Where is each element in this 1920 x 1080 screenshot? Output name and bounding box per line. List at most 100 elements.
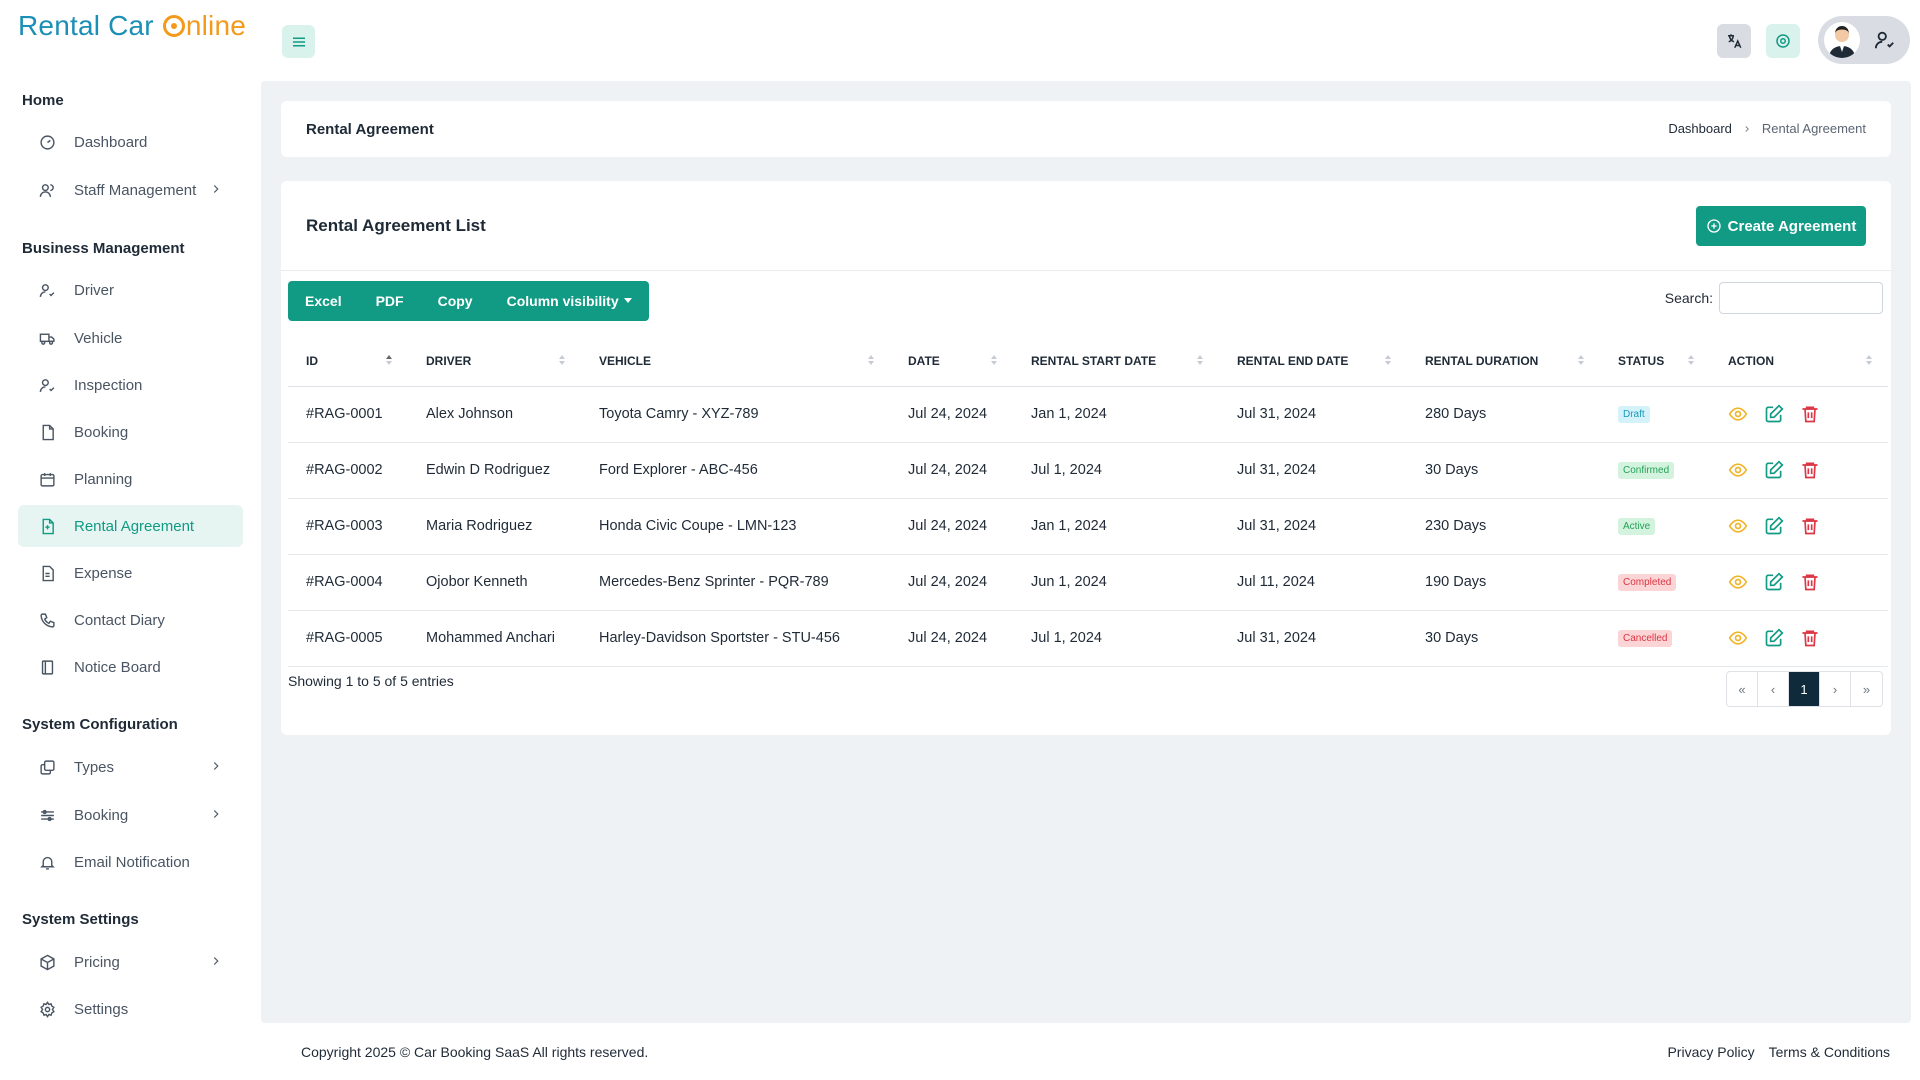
avatar [1824,22,1860,58]
sort-icon [1866,355,1872,365]
edit-icon[interactable] [1764,572,1784,592]
prev-page-button[interactable]: ‹ [1758,672,1789,706]
sidebar-item-booking-config[interactable]: Booking [18,794,243,836]
sidebar-item-settings[interactable]: Settings [18,988,243,1030]
privacy-policy-link[interactable]: Privacy Policy [1667,1044,1754,1060]
status-badge: Cancelled [1618,630,1673,647]
edit-icon[interactable] [1764,628,1784,648]
column-label: RENTAL DURATION [1425,353,1539,368]
cell-vehicle: Mercedes-Benz Sprinter - PQR-789 [581,554,890,611]
create-agreement-button[interactable]: Create Agreement [1696,206,1866,246]
sidebar-item-label: Rental Agreement [74,517,195,535]
cell-id: #RAG-0002 [288,442,408,499]
sidebar-item-label: Dashboard [74,133,148,151]
eye-icon[interactable] [1728,572,1748,592]
sidebar: Rental Car nline Home Dashboard Staff Ma… [0,0,261,1080]
cell-driver: Mohammed Anchari [408,610,581,667]
sort-icon [386,355,392,365]
sidebar-item-notice-board[interactable]: Notice Board [18,646,243,688]
sidebar-item-rental-agreement[interactable]: Rental Agreement [18,505,243,547]
eye-icon[interactable] [1728,516,1748,536]
column-label: RENTAL START DATE [1031,353,1157,368]
chevron-right-icon [1745,125,1749,132]
cell-status: Confirmed [1600,442,1710,499]
column-header-vehicle[interactable]: VEHICLE [581,336,890,387]
sidebar-item-vehicle[interactable]: Vehicle [18,317,243,359]
column-header-status[interactable]: STATUS [1600,336,1710,387]
sidebar-item-email-notification[interactable]: Email Notification [18,841,243,883]
trash-icon[interactable] [1800,572,1820,592]
menu-toggle-button[interactable] [282,25,315,58]
brand-logo[interactable]: Rental Car nline [18,10,246,42]
settings-button[interactable] [1766,24,1800,58]
edit-icon[interactable] [1764,404,1784,424]
brand-text-2: nline [185,10,246,41]
sidebar-item-contact-diary[interactable]: Contact Diary [18,599,243,641]
sort-icon [868,355,874,365]
trash-icon[interactable] [1800,404,1820,424]
table-row: #RAG-0001 Alex Johnson Toyota Camry - XY… [288,386,1888,443]
create-agreement-label: Create Agreement [1727,217,1857,235]
edit-icon[interactable] [1764,460,1784,480]
next-page-button[interactable]: › [1820,672,1851,706]
calendar-icon [38,470,56,488]
cell-end-date: Jul 31, 2024 [1219,610,1407,667]
column-visibility-button[interactable]: Column visibility [490,281,649,321]
cell-driver: Ojobor Kenneth [408,554,581,611]
cell-duration: 30 Days [1407,610,1600,667]
sidebar-item-types[interactable]: Types [18,746,243,788]
trash-icon[interactable] [1800,516,1820,536]
excel-button[interactable]: Excel [288,281,359,321]
column-header-driver[interactable]: DRIVER [408,336,581,387]
column-header-date[interactable]: DATE [890,336,1013,387]
chevron-right-icon [213,957,219,965]
steering-wheel-icon [162,15,185,37]
sidebar-item-dashboard[interactable]: Dashboard [18,121,243,163]
eye-icon[interactable] [1728,628,1748,648]
column-header-rental-start-date[interactable]: RENTAL START DATE [1013,336,1219,387]
sidebar-item-planning[interactable]: Planning [18,458,243,500]
cell-status: Draft [1600,386,1710,443]
column-header-rental-duration[interactable]: RENTAL DURATION [1407,336,1600,387]
trash-icon[interactable] [1800,460,1820,480]
sidebar-item-staff-management[interactable]: Staff Management [18,169,243,211]
section-business-management: Business Management [22,240,185,257]
page-button-1[interactable]: 1 [1789,672,1820,706]
first-page-button[interactable]: « [1727,672,1758,706]
eye-icon[interactable] [1728,404,1748,424]
sidebar-item-expense[interactable]: Expense [18,552,243,594]
profile-menu[interactable] [1818,16,1910,64]
sidebar-item-label: Contact Diary [74,611,165,629]
sidebar-item-booking[interactable]: Booking [18,411,243,453]
cell-start-date: Jul 1, 2024 [1013,610,1219,667]
cell-vehicle: Harley-Davidson Sportster - STU-456 [581,610,890,667]
section-system-configuration: System Configuration [22,716,178,733]
sliders-icon [38,806,56,824]
breadcrumb-dashboard[interactable]: Dashboard [1668,121,1732,136]
pdf-button[interactable]: PDF [359,281,421,321]
column-header-id[interactable]: ID [288,336,408,387]
sidebar-item-inspection[interactable]: Inspection [18,364,243,406]
language-button[interactable] [1717,24,1751,58]
cell-duration: 30 Days [1407,442,1600,499]
cell-id: #RAG-0003 [288,498,408,555]
edit-icon[interactable] [1764,516,1784,536]
user-check-icon [38,281,56,299]
copy-button[interactable]: Copy [421,281,490,321]
sidebar-item-label: Booking [74,806,129,824]
search-label: Search: [1664,290,1713,306]
eye-icon[interactable] [1728,460,1748,480]
terms-link[interactable]: Terms & Conditions [1769,1044,1890,1060]
column-header-action[interactable]: ACTION [1710,336,1888,387]
column-header-rental-end-date[interactable]: RENTAL END DATE [1219,336,1407,387]
sidebar-item-pricing[interactable]: Pricing [18,941,243,983]
cell-driver: Maria Rodriguez [408,498,581,555]
table-row: #RAG-0003 Maria Rodriguez Honda Civic Co… [288,498,1888,555]
trash-icon[interactable] [1800,628,1820,648]
last-page-button[interactable]: » [1851,672,1882,706]
sidebar-item-driver[interactable]: Driver [18,269,243,311]
search-input[interactable] [1719,282,1883,314]
cell-actions [1710,442,1888,499]
sidebar-item-label: Settings [74,1000,129,1018]
column-visibility-label: Column visibility [506,293,619,309]
